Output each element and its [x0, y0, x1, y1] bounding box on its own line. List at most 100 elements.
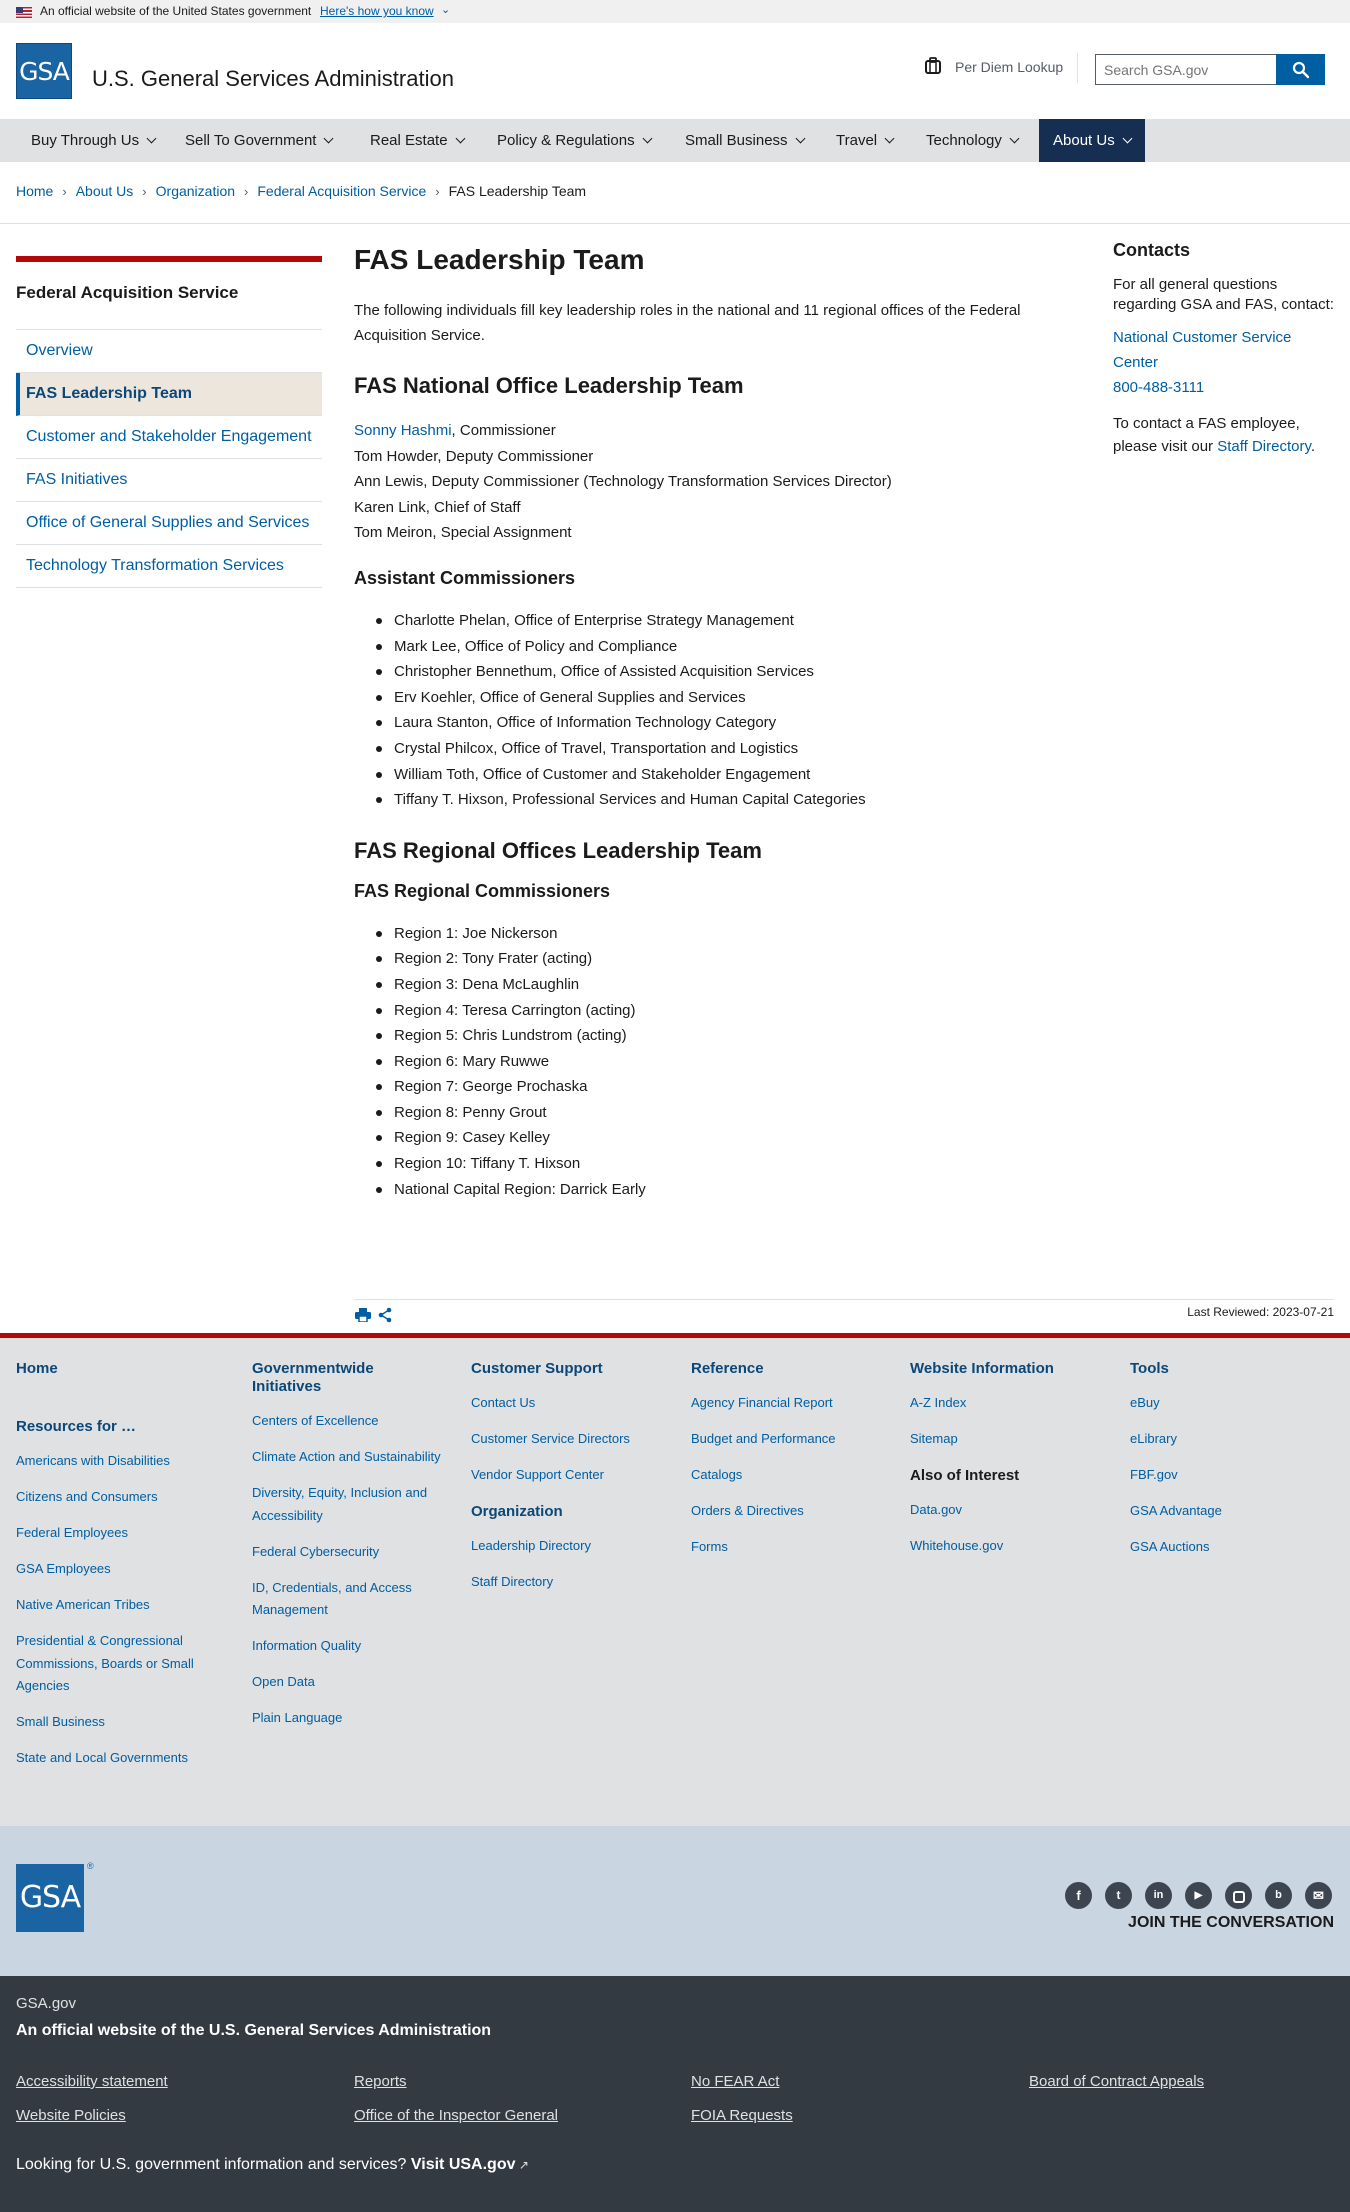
footer-heading[interactable]: Customer Support	[471, 1360, 661, 1378]
footer-home-link[interactable]: Home	[16, 1360, 226, 1378]
main-content: FAS Leadership Team The following indivi…	[354, 242, 1054, 1202]
ncsc-link[interactable]: National Customer Service Center	[1113, 325, 1338, 375]
nav-buy-through-us[interactable]: Buy Through Us	[31, 119, 157, 162]
footer-link[interactable]: Federal Employees	[16, 1522, 226, 1545]
per-diem-link[interactable]: Per Diem Lookup	[955, 59, 1063, 75]
youtube-icon[interactable]: ▶	[1185, 1882, 1212, 1909]
footer-link[interactable]: Information Quality	[252, 1635, 442, 1658]
sidebar-item-fas-initiatives[interactable]: FAS Initiatives	[16, 459, 322, 502]
footer-link[interactable]: Agency Financial Report	[691, 1392, 881, 1415]
breadcrumb-fas[interactable]: Federal Acquisition Service	[257, 183, 426, 199]
footer-link[interactable]: GSA Auctions	[1130, 1536, 1320, 1559]
footer-link[interactable]: Plain Language	[252, 1707, 442, 1730]
luggage-icon[interactable]	[923, 56, 943, 76]
how-you-know-link[interactable]: Here's how you know	[320, 4, 434, 18]
footer-link[interactable]: eBuy	[1130, 1392, 1320, 1415]
footer-heading[interactable]: Tools	[1130, 1360, 1320, 1378]
nav-travel[interactable]: Travel	[836, 119, 895, 162]
identity-link[interactable]: FOIA Requests	[691, 2107, 793, 2124]
usa-gov-text: Looking for U.S. government information …	[16, 2156, 529, 2174]
footer-link[interactable]: Vendor Support Center	[471, 1464, 661, 1487]
breadcrumb-home[interactable]: Home	[16, 183, 53, 199]
usa-gov-link[interactable]: Visit USA.gov	[411, 2156, 516, 2173]
footer-link[interactable]: FBF.gov	[1130, 1464, 1320, 1487]
nav-about-us[interactable]: About Us	[1039, 119, 1145, 162]
twitter-icon[interactable]: t	[1105, 1882, 1132, 1909]
footer-link[interactable]: Data.gov	[910, 1499, 1100, 1522]
footer-link[interactable]: Budget and Performance	[691, 1428, 881, 1451]
footer-link[interactable]: Climate Action and Sustainability	[252, 1446, 442, 1469]
footer-link[interactable]: State and Local Governments	[16, 1747, 226, 1770]
sidebar-item-technology-transformation-services[interactable]: Technology Transformation Services	[16, 545, 322, 588]
footer-link[interactable]: Open Data	[252, 1671, 442, 1694]
footer-link[interactable]: Forms	[691, 1536, 881, 1559]
national-office-list: Sonny Hashmi, Commissioner Tom Howder, D…	[354, 418, 1054, 546]
instagram-icon[interactable]	[1225, 1882, 1252, 1909]
footer-col-reference: Reference Agency Financial Report Budget…	[691, 1360, 881, 1572]
identity-link[interactable]: Reports	[354, 2073, 407, 2090]
gsa-logo[interactable]: GSA	[16, 43, 72, 99]
identity-link[interactable]: No FEAR Act	[691, 2073, 779, 2090]
footer-link[interactable]: Presidential & Congressional Commissions…	[16, 1630, 226, 1698]
site-title[interactable]: U.S. General Services Administration	[92, 66, 454, 92]
share-icon[interactable]	[378, 1307, 392, 1323]
footer-gsa-logo[interactable]: GSA	[16, 1864, 84, 1932]
footer-link[interactable]: Citizens and Consumers	[16, 1486, 226, 1509]
footer-link[interactable]: Americans with Disabilities	[16, 1450, 226, 1473]
footer-link[interactable]: Whitehouse.gov	[910, 1535, 1100, 1558]
identity-link[interactable]: Website Policies	[16, 2107, 126, 2124]
footer-link[interactable]: Customer Service Directors	[471, 1428, 661, 1451]
footer-link[interactable]: ID, Credentials, and Access Management	[252, 1577, 442, 1622]
assistant-commissioners-list: Charlotte Phelan, Office of Enterprise S…	[354, 608, 1054, 813]
chevron-down-icon	[884, 133, 895, 144]
chevron-down-icon[interactable]: ⌄	[441, 3, 450, 16]
footer-link[interactable]: Contact Us	[471, 1392, 661, 1415]
last-reviewed: Last Reviewed: 2023-07-21	[1187, 1305, 1334, 1319]
identity-link[interactable]: Accessibility statement	[16, 2073, 168, 2090]
footer-link[interactable]: Staff Directory	[471, 1571, 661, 1594]
sidebar-item-general-supplies-services[interactable]: Office of General Supplies and Services	[16, 502, 322, 545]
breadcrumb-organization[interactable]: Organization	[156, 183, 235, 199]
footer-link[interactable]: eLibrary	[1130, 1428, 1320, 1451]
footer-link[interactable]: Small Business	[16, 1711, 226, 1734]
footer-link[interactable]: Orders & Directives	[691, 1500, 881, 1523]
footer-link[interactable]: Centers of Excellence	[252, 1410, 442, 1433]
identity-link[interactable]: Board of Contract Appeals	[1029, 2073, 1204, 2090]
nav-small-business[interactable]: Small Business	[685, 119, 805, 162]
breadcrumb-about-us[interactable]: About Us	[76, 183, 134, 199]
sidebar-item-fas-leadership-team[interactable]: FAS Leadership Team	[16, 373, 322, 416]
staff-directory-link[interactable]: Staff Directory	[1217, 438, 1311, 455]
print-icon[interactable]	[355, 1308, 371, 1322]
nav-real-estate[interactable]: Real Estate	[370, 119, 465, 162]
sidebar-item-overview[interactable]: Overview	[16, 330, 322, 373]
footer-link[interactable]: Diversity, Equity, Inclusion and Accessi…	[252, 1482, 442, 1527]
footer-link[interactable]: Leadership Directory	[471, 1535, 661, 1558]
footer-link[interactable]: A-Z Index	[910, 1392, 1100, 1415]
phone-link[interactable]: 800-488-3111	[1113, 375, 1338, 400]
nav-policy-regulations[interactable]: Policy & Regulations	[497, 119, 653, 162]
footer-heading[interactable]: Organization	[471, 1503, 661, 1521]
search-input[interactable]	[1095, 54, 1276, 85]
facebook-icon[interactable]: f	[1065, 1882, 1092, 1909]
email-icon[interactable]: ✉	[1305, 1882, 1332, 1909]
blog-icon[interactable]: b	[1265, 1882, 1292, 1909]
nav-sell-to-government[interactable]: Sell To Government	[185, 119, 334, 162]
footer-heading[interactable]: Reference	[691, 1360, 881, 1378]
nav-technology[interactable]: Technology	[926, 119, 1020, 162]
footer-link[interactable]: Federal Cybersecurity	[252, 1541, 442, 1564]
footer-heading[interactable]: Website Information	[910, 1360, 1100, 1378]
chevron-right-icon: ›	[435, 184, 440, 199]
search-button[interactable]	[1276, 54, 1325, 85]
footer-link[interactable]: GSA Employees	[16, 1558, 226, 1581]
footer-link[interactable]: Native American Tribes	[16, 1594, 226, 1617]
footer-heading[interactable]: Resources for …	[16, 1418, 226, 1436]
footer-link[interactable]: GSA Advantage	[1130, 1500, 1320, 1523]
footer-link[interactable]: Sitemap	[910, 1428, 1100, 1451]
linkedin-icon[interactable]: in	[1145, 1882, 1172, 1909]
footer-link[interactable]: Catalogs	[691, 1464, 881, 1487]
page-title: FAS Leadership Team	[354, 244, 645, 275]
commissioner-link[interactable]: Sonny Hashmi	[354, 422, 452, 439]
footer-heading[interactable]: Governmentwide Initiatives	[252, 1360, 442, 1396]
sidebar-item-customer-stakeholder-engagement[interactable]: Customer and Stakeholder Engagement	[16, 416, 322, 459]
identity-link[interactable]: Office of the Inspector General	[354, 2107, 558, 2124]
